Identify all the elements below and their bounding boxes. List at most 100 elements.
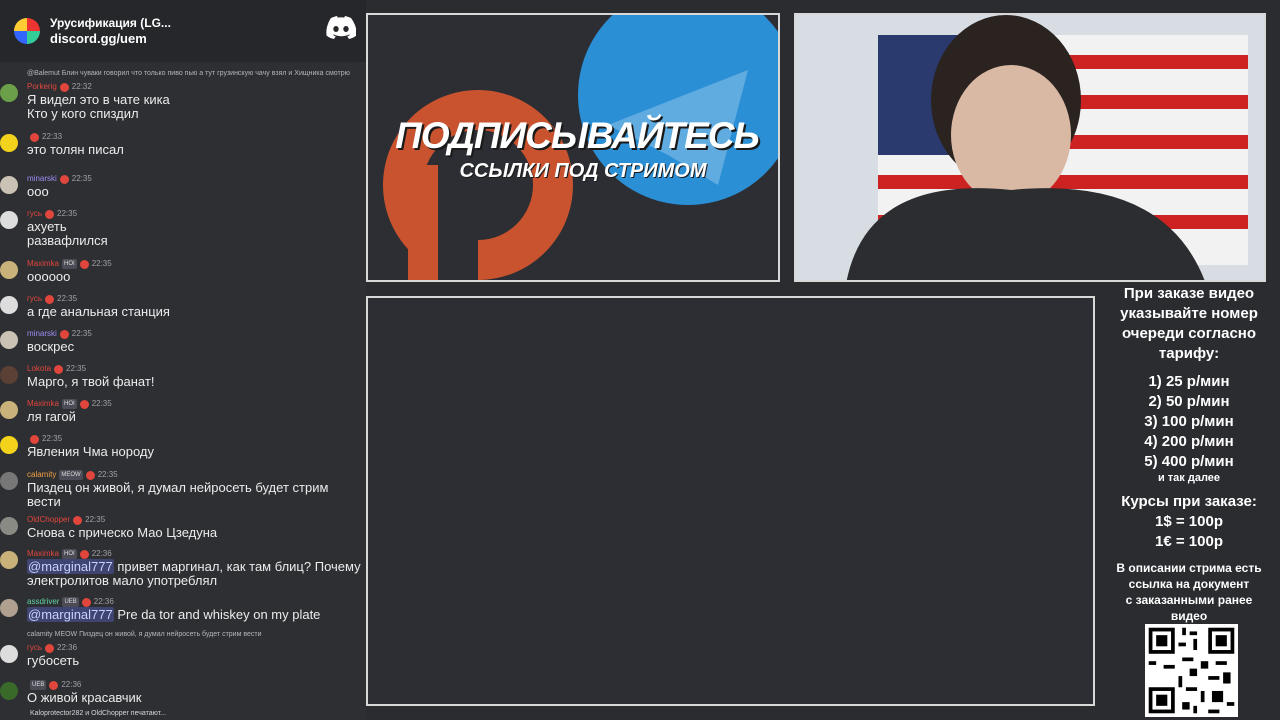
message-line: вести [27, 494, 61, 509]
username[interactable]: Lokota [27, 364, 51, 374]
avatar[interactable] [0, 645, 18, 663]
price-item: 1) 25 р/мин [1148, 373, 1230, 390]
server-name: Урусификация (LG... [50, 16, 171, 30]
message-meta: Maximka HOI 22:36 [27, 549, 112, 559]
avatar[interactable] [0, 296, 18, 314]
avatar[interactable] [0, 134, 18, 152]
reply-preview[interactable]: calamity MEOW Пиздец он живой, я думал н… [27, 631, 262, 638]
message-line: О живой красавчик [27, 690, 142, 705]
avatar[interactable] [0, 401, 18, 419]
timestamp: 22:33 [42, 132, 63, 141]
message-line: @marginal777 Pre da tor and whiskey on m… [27, 607, 366, 622]
message-line: Пиздец он живой, я думал нейросеть будет… [27, 480, 329, 495]
role-icon [49, 680, 59, 690]
rates-title: Курсы при заказе: [1121, 493, 1257, 510]
message-text: ля гагой [27, 410, 366, 424]
server-invite[interactable]: discord.gg/uem [50, 31, 171, 47]
username[interactable]: OldChopper [27, 515, 70, 525]
server-icon [14, 18, 40, 44]
message-line: ля гагой [27, 409, 76, 424]
message-meta: Porkerig 22:32 [27, 82, 92, 92]
message-line: губосеть [27, 653, 80, 668]
role-icon [85, 470, 95, 480]
message-line: Кто у кого спиздил [27, 106, 139, 121]
avatar[interactable] [0, 517, 18, 535]
reply-preview[interactable]: @Balemut Блин чуваки говорил что только … [27, 70, 350, 77]
rate-usd: 1$ = 100р [1155, 513, 1223, 530]
message-line: Я видел это в чате кика [27, 92, 170, 107]
chat-panel: Урусификация (LG... discord.gg/uem @Bale… [0, 0, 366, 720]
qr-code[interactable] [1145, 624, 1238, 717]
price-list: 1) 25 р/мин 2) 50 р/мин 3) 100 р/мин 4) … [1098, 372, 1280, 484]
role-icon [79, 399, 89, 409]
message-meta: assdriver UEB 22:36 [27, 597, 114, 607]
timestamp: 22:36 [57, 643, 78, 652]
role-icon [54, 364, 64, 374]
role-icon [81, 597, 91, 607]
mention[interactable]: @marginal777 [27, 559, 114, 574]
avatar[interactable] [0, 176, 18, 194]
message-text: Марго, я твой фанат! [27, 375, 366, 389]
message-text: ахуеть развафлился [27, 220, 366, 248]
username[interactable]: Porkerig [27, 82, 57, 92]
role-icon [30, 434, 39, 444]
user-badge: HOI [62, 399, 77, 409]
role-icon [59, 329, 69, 339]
doc-line: видео [1170, 609, 1208, 623]
webcam-feed [796, 15, 1264, 280]
doc-line: с заказанными ранее [1125, 593, 1253, 607]
username[interactable]: Maximka [27, 259, 59, 269]
message-text: @marginal777 Pre da tor and whiskey on m… [27, 607, 366, 622]
message-meta: 22:33 [27, 132, 62, 142]
avatar[interactable] [0, 261, 18, 279]
username[interactable]: гусь [27, 294, 42, 304]
username[interactable]: assdriver [27, 597, 59, 607]
user-badge: HOI [62, 259, 77, 269]
avatar[interactable] [0, 682, 18, 700]
username[interactable]: calamity [27, 470, 56, 480]
message-text: О живой красавчик [27, 691, 366, 705]
avatar[interactable] [0, 551, 18, 569]
username[interactable]: гусь [27, 209, 42, 219]
price-item: 5) 400 р/мин [1144, 453, 1234, 470]
message-text: воскрес [27, 340, 366, 354]
order-text: При заказе видео указывайте номер очеред… [1098, 284, 1280, 364]
message-meta: calamity MEOW 22:35 [27, 470, 118, 480]
avatar[interactable] [0, 211, 18, 229]
message-meta: Maximka HOI 22:35 [27, 259, 112, 269]
avatar[interactable] [0, 599, 18, 617]
avatar[interactable] [0, 436, 18, 454]
user-badge: HOI [62, 549, 77, 559]
message-line: @marginal777 привет маргинал, как там бл… [27, 559, 366, 574]
avatar[interactable] [0, 84, 18, 102]
username[interactable]: Maximka [27, 399, 59, 409]
message-meta: Maximka HOI 22:35 [27, 399, 112, 409]
message-line: ооо [27, 184, 49, 199]
user-badge: UEB [62, 597, 79, 607]
order-line: очереди согласно [1121, 325, 1257, 342]
order-info-panel: При заказе видео указывайте номер очеред… [1098, 284, 1280, 624]
username[interactable]: minarski [27, 329, 57, 339]
username[interactable]: Maximka [27, 549, 59, 559]
timestamp: 22:36 [91, 549, 112, 558]
role-icon [45, 209, 54, 219]
avatar[interactable] [0, 366, 18, 384]
server-header[interactable]: Урусификация (LG... discord.gg/uem [0, 0, 366, 62]
message-line: а где анальная станция [27, 304, 170, 319]
price-etc: и так далее [1157, 472, 1221, 484]
mention[interactable]: @marginal777 [27, 607, 114, 622]
doc-line: ссылка на документ [1128, 577, 1250, 591]
username[interactable]: гусь [27, 643, 42, 653]
message-line: воскрес [27, 339, 75, 354]
message-text: это толян писал [27, 143, 366, 157]
timestamp: 22:35 [91, 259, 112, 268]
role-icon [45, 643, 54, 653]
promo-subtitle: ССЫЛКИ ПОД СТРИМОМ [459, 160, 707, 182]
avatar[interactable] [0, 472, 18, 490]
avatar[interactable] [0, 331, 18, 349]
message-meta: UEB 22:36 [27, 680, 81, 690]
message-meta: 22:35 [27, 434, 62, 444]
message-line: Марго, я твой фанат! [27, 374, 155, 389]
timestamp: 22:36 [93, 597, 114, 606]
username[interactable]: minarski [27, 174, 57, 184]
